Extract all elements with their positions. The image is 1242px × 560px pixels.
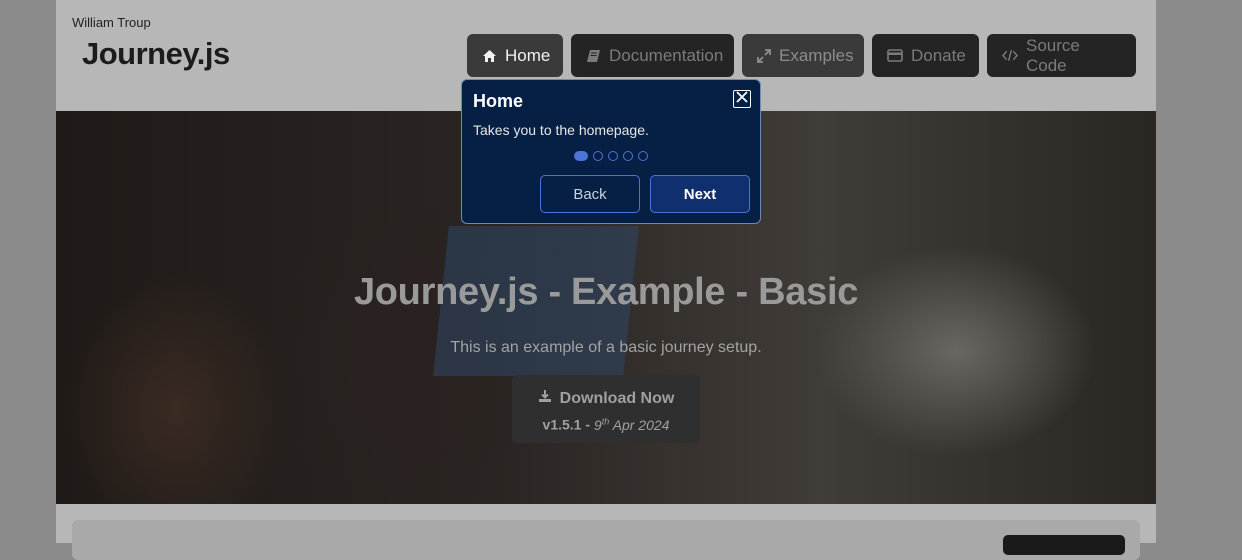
back-button[interactable]: Back [540, 175, 640, 213]
release-day: 9 [593, 416, 602, 433]
nav-donate-button[interactable]: Donate [872, 34, 979, 77]
release-month-year: Apr 2024 [612, 416, 670, 433]
download-icon [538, 389, 552, 408]
author-name: William Troup [72, 15, 151, 30]
nav-examples-button[interactable]: Examples [742, 34, 864, 77]
nav-examples-label: Examples [779, 45, 854, 65]
close-button[interactable] [733, 90, 751, 108]
step-indicator [462, 151, 760, 161]
next-button[interactable]: Next [650, 175, 750, 213]
step-dot-4[interactable] [623, 151, 633, 161]
site-logo[interactable]: Journey.js [82, 36, 230, 72]
nav-donate-label: Donate [911, 45, 966, 65]
version-info: v1.5.1 - 9th Apr 2024 [512, 416, 700, 433]
step-dot-5[interactable] [638, 151, 648, 161]
credit-card-icon [887, 48, 903, 64]
popup-text: Takes you to the homepage. [473, 122, 649, 138]
release-day-suffix: th [601, 416, 610, 426]
hero-title: Journey.js - Example - Basic [353, 271, 859, 313]
book-icon [586, 48, 601, 64]
home-icon [482, 48, 497, 64]
content-panel-button[interactable] [1003, 535, 1125, 555]
nav-documentation-label: Documentation [609, 45, 724, 65]
code-icon [1002, 48, 1018, 64]
download-button[interactable]: Download Now v1.5.1 - 9th Apr 2024 [512, 375, 700, 443]
nav-home-button[interactable]: Home [467, 34, 563, 77]
close-icon [736, 90, 748, 108]
download-label: Download Now [559, 389, 675, 407]
step-dot-3[interactable] [608, 151, 618, 161]
nav-source-code-button[interactable]: Source Code [987, 34, 1136, 77]
step-dot-2[interactable] [593, 151, 603, 161]
nav-source-code-label: Source Code [1026, 35, 1080, 75]
hero-subtitle: This is an example of a basic journey se… [450, 339, 762, 356]
content-panel [72, 520, 1140, 560]
popup-title: Home [473, 91, 524, 111]
step-dot-1[interactable] [574, 151, 588, 161]
nav-home-label: Home [505, 45, 551, 65]
nav-documentation-button[interactable]: Documentation [571, 34, 734, 77]
version-number: v1.5.1 - [542, 416, 591, 433]
tour-popup: Home Takes you to the homepage. Back Nex… [461, 79, 761, 224]
expand-icon [757, 48, 771, 64]
